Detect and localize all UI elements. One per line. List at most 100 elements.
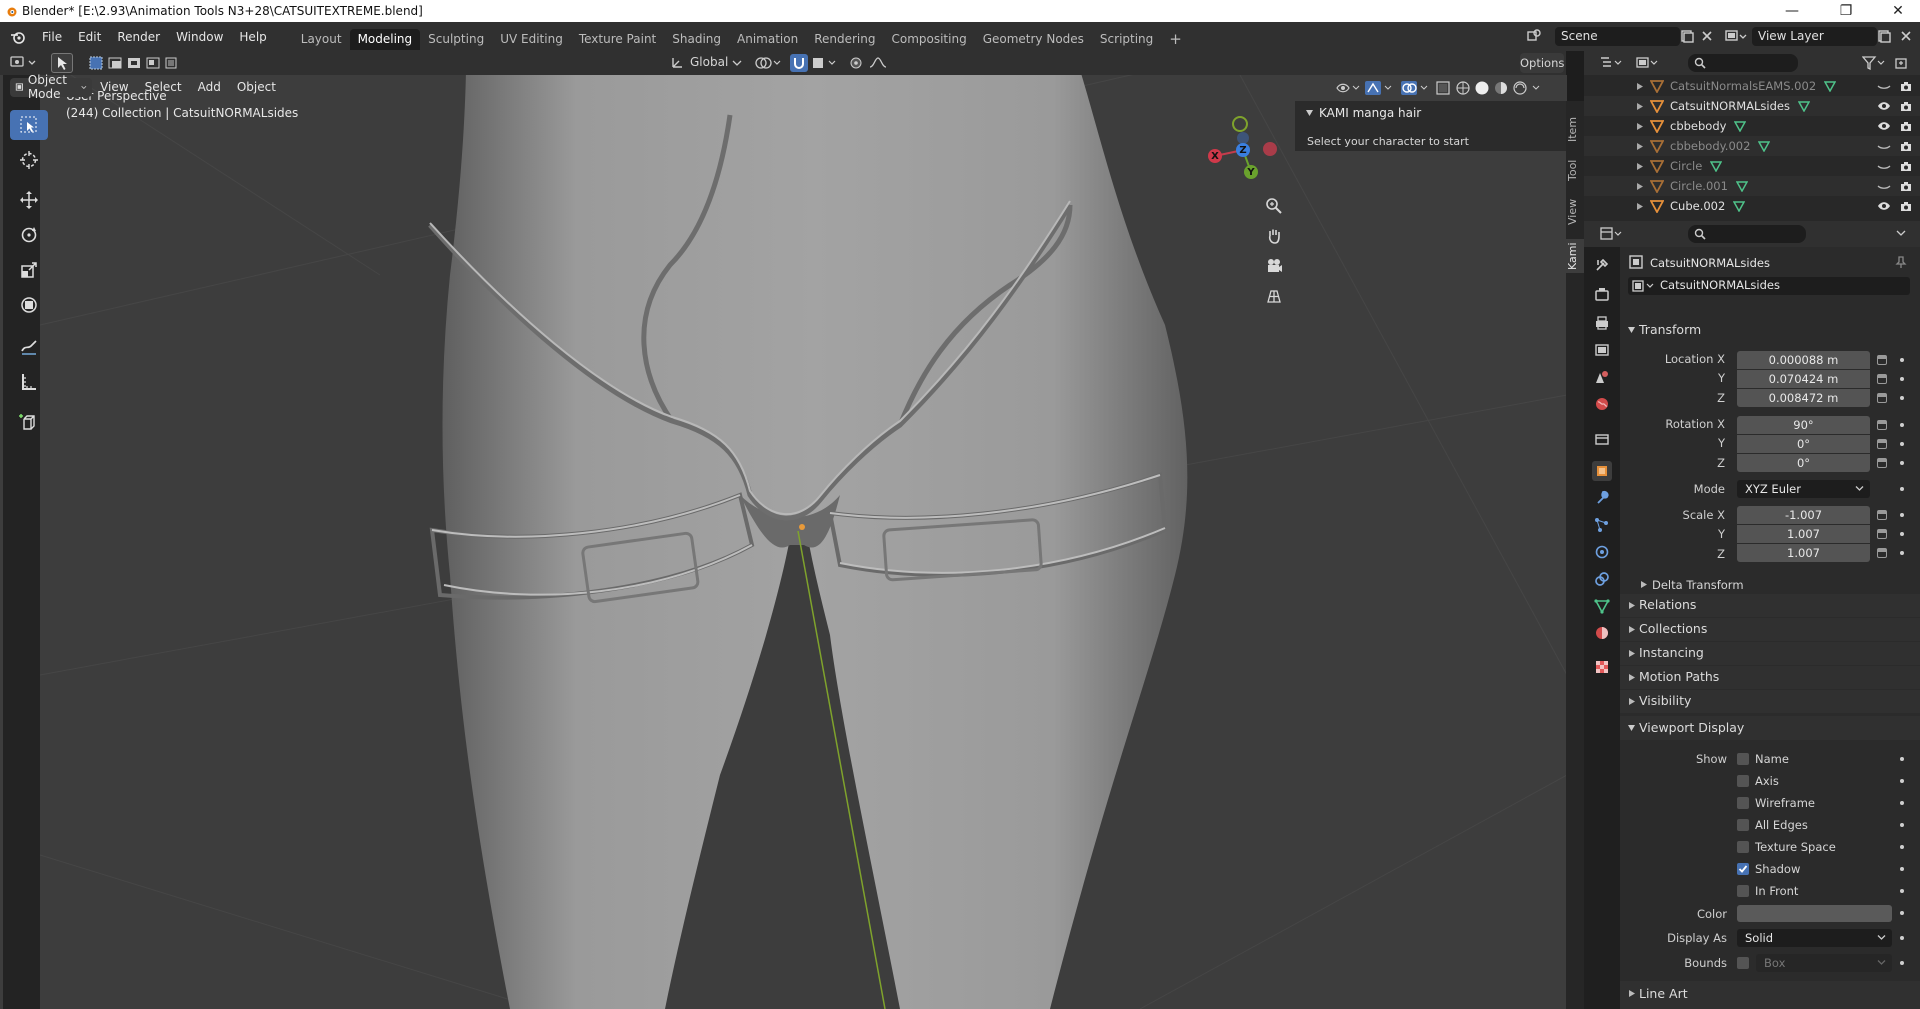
option-checkbox[interactable] bbox=[1737, 797, 1749, 809]
lock-icon[interactable] bbox=[1877, 548, 1887, 558]
outliner-row[interactable]: cbbebody.002 bbox=[1584, 136, 1920, 156]
viewport-shading-icons[interactable] bbox=[1335, 80, 1567, 96]
cursor-tool[interactable] bbox=[10, 145, 48, 175]
keyframe-dot-icon[interactable] bbox=[1900, 423, 1904, 427]
menu-view[interactable]: View bbox=[92, 77, 136, 97]
section-row[interactable]: Relations bbox=[1620, 594, 1920, 617]
lock-icon[interactable] bbox=[1877, 529, 1887, 539]
keyframe-dot-icon[interactable] bbox=[1900, 396, 1904, 400]
particles-tab[interactable] bbox=[1592, 515, 1612, 535]
option-checkbox[interactable] bbox=[1737, 753, 1749, 765]
options-button[interactable]: Options bbox=[1520, 53, 1564, 73]
blender-menu-icon[interactable] bbox=[10, 30, 26, 44]
mesh-data-icon[interactable] bbox=[1710, 160, 1723, 172]
lock-icon[interactable] bbox=[1877, 374, 1887, 384]
texture-tab[interactable] bbox=[1592, 657, 1612, 677]
keyframe-dot-icon[interactable] bbox=[1900, 442, 1904, 446]
color-swatch[interactable] bbox=[1737, 905, 1892, 922]
output-tab[interactable] bbox=[1592, 313, 1612, 333]
keyframe-dot-icon[interactable] bbox=[1900, 779, 1904, 783]
chevron-down-icon[interactable] bbox=[1896, 229, 1906, 237]
scale-tool[interactable] bbox=[10, 255, 48, 285]
keyframe-dot-icon[interactable] bbox=[1900, 911, 1904, 915]
section-row[interactable]: Instancing bbox=[1620, 642, 1920, 665]
remove-scene-icon[interactable] bbox=[1700, 29, 1714, 43]
move-tool[interactable] bbox=[10, 185, 48, 215]
lock-icon[interactable] bbox=[1877, 510, 1887, 520]
keyframe-dot-icon[interactable] bbox=[1900, 757, 1904, 761]
rotation-z-field[interactable]: 0° bbox=[1737, 454, 1870, 472]
eye-icon[interactable] bbox=[1877, 201, 1891, 211]
collapsed-arrow-icon[interactable] bbox=[1628, 989, 1636, 998]
keyframe-dot-icon[interactable] bbox=[1900, 867, 1904, 871]
select-tool-button[interactable] bbox=[51, 53, 73, 73]
section-row[interactable]: Visibility bbox=[1620, 690, 1920, 713]
eye-icon[interactable] bbox=[1877, 81, 1891, 91]
display-mode-icon[interactable] bbox=[1636, 56, 1658, 70]
keyframe-dot-icon[interactable] bbox=[1900, 358, 1904, 362]
pan-button[interactable] bbox=[1261, 223, 1287, 249]
keyframe-dot-icon[interactable] bbox=[1900, 845, 1904, 849]
expand-arrow-icon[interactable] bbox=[1627, 326, 1636, 334]
keyframe-dot-icon[interactable] bbox=[1900, 377, 1904, 381]
pin-icon[interactable] bbox=[1894, 255, 1908, 269]
menu-file[interactable]: File bbox=[34, 27, 70, 47]
menu-edit[interactable]: Edit bbox=[70, 27, 109, 47]
outliner-row[interactable]: Circle.001 bbox=[1584, 176, 1920, 196]
lock-icon[interactable] bbox=[1877, 393, 1887, 403]
outliner-editor-icon[interactable] bbox=[1600, 56, 1624, 70]
expand-arrow-icon[interactable] bbox=[1636, 142, 1644, 151]
option-checkbox[interactable] bbox=[1737, 863, 1749, 875]
minimize-button[interactable]: — bbox=[1770, 0, 1814, 22]
material-tab[interactable] bbox=[1592, 623, 1612, 643]
transform-tool[interactable] bbox=[10, 290, 48, 320]
transform-header[interactable]: Transform bbox=[1639, 322, 1701, 337]
keyframe-dot-icon[interactable] bbox=[1900, 936, 1904, 940]
tab-uv-editing[interactable]: UV Editing bbox=[492, 29, 571, 50]
eye-icon[interactable] bbox=[1877, 121, 1891, 131]
rotation-y-field[interactable]: 0° bbox=[1737, 435, 1870, 453]
properties-search-input[interactable] bbox=[1688, 225, 1806, 243]
tab-compositing[interactable]: Compositing bbox=[883, 29, 974, 50]
tab-scripting[interactable]: Scripting bbox=[1092, 29, 1161, 50]
option-checkbox[interactable] bbox=[1737, 819, 1749, 831]
keyframe-dot-icon[interactable] bbox=[1900, 801, 1904, 805]
bounds-dropdown[interactable]: Box bbox=[1756, 954, 1892, 972]
view-layer-tab[interactable] bbox=[1592, 340, 1612, 360]
object-name-field[interactable]: CatsuitNORMALsides bbox=[1628, 277, 1910, 295]
eye-icon[interactable] bbox=[1877, 141, 1891, 151]
scale-x-field[interactable]: -1.007 bbox=[1737, 506, 1870, 524]
camera-render-icon[interactable] bbox=[1900, 101, 1912, 112]
collapse-arrow-icon[interactable] bbox=[1305, 109, 1314, 117]
tab-item[interactable]: Item bbox=[1566, 111, 1584, 147]
view-layer-icon[interactable] bbox=[1725, 29, 1747, 43]
eye-icon[interactable] bbox=[1877, 101, 1891, 111]
scene-field[interactable]: Scene bbox=[1555, 27, 1680, 46]
line-art-header[interactable]: Line Art bbox=[1639, 986, 1688, 1001]
menu-select[interactable]: Select bbox=[137, 77, 190, 97]
expand-arrow-icon[interactable] bbox=[1636, 82, 1644, 91]
tab-kami[interactable]: Kami bbox=[1566, 239, 1584, 273]
editor-type-icon[interactable] bbox=[10, 56, 38, 70]
expand-arrow-icon[interactable] bbox=[1636, 202, 1644, 211]
keyframe-dot-icon[interactable] bbox=[1900, 551, 1904, 555]
maximize-button[interactable]: ❐ bbox=[1824, 0, 1868, 22]
lock-icon[interactable] bbox=[1877, 458, 1887, 468]
rotate-tool[interactable] bbox=[10, 220, 48, 250]
expand-arrow-icon[interactable] bbox=[1627, 724, 1636, 732]
camera-render-icon[interactable] bbox=[1900, 81, 1912, 92]
camera-view-button[interactable] bbox=[1261, 253, 1287, 279]
scale-y-field[interactable]: 1.007 bbox=[1737, 525, 1870, 543]
tab-animation[interactable]: Animation bbox=[729, 29, 806, 50]
physics-tab[interactable] bbox=[1592, 542, 1612, 562]
mesh-data-icon[interactable] bbox=[1733, 200, 1746, 212]
new-collection-icon[interactable] bbox=[1894, 56, 1908, 70]
pivot-point-icon[interactable] bbox=[754, 55, 784, 71]
menu-object[interactable]: Object bbox=[229, 77, 284, 97]
keyframe-dot-icon[interactable] bbox=[1900, 823, 1904, 827]
camera-render-icon[interactable] bbox=[1900, 181, 1912, 192]
section-row[interactable]: Motion Paths bbox=[1620, 666, 1920, 689]
location-x-field[interactable]: 0.000088 m bbox=[1737, 351, 1870, 369]
data-tab[interactable] bbox=[1592, 596, 1612, 616]
mode-dropdown[interactable]: Object Mode bbox=[10, 73, 93, 101]
